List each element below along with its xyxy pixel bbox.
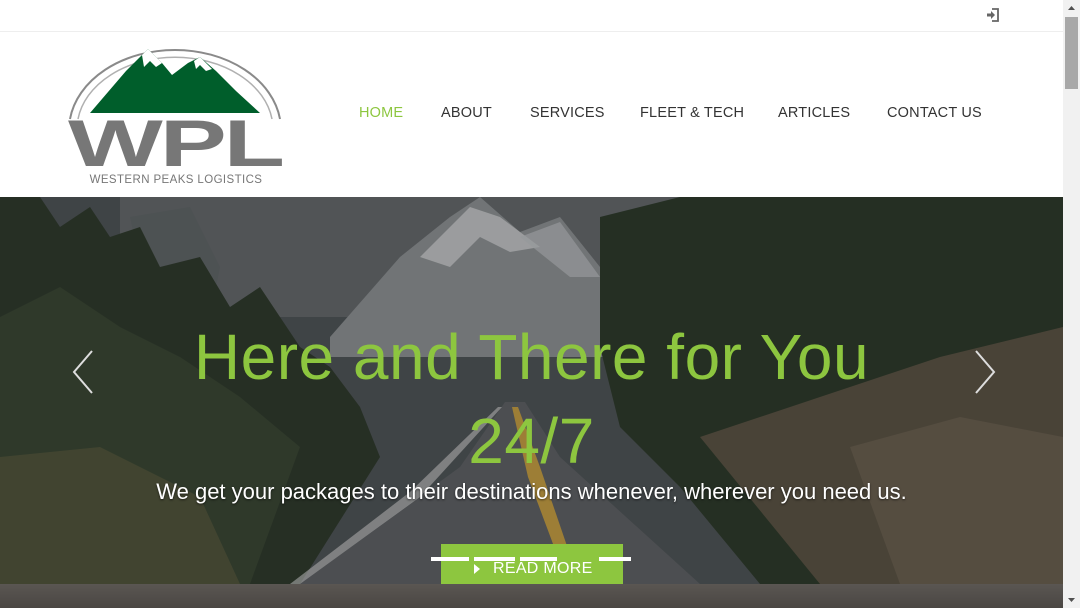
- scroll-down-arrow-icon[interactable]: [1063, 591, 1080, 608]
- hero-title-line1: Here and There for You: [193, 321, 870, 393]
- slide-indicator-4[interactable]: [599, 557, 631, 561]
- nav-home[interactable]: HOME: [359, 105, 403, 121]
- scroll-up-arrow-icon[interactable]: [1063, 0, 1080, 17]
- slide-indicator-1[interactable]: [431, 557, 469, 561]
- vertical-scrollbar[interactable]: [1063, 0, 1080, 608]
- nav-articles[interactable]: ARTICLES: [778, 105, 850, 121]
- read-more-button[interactable]: READ MORE: [441, 544, 623, 584]
- top-bar: [0, 0, 1063, 32]
- slide-indicator-2[interactable]: [474, 557, 515, 561]
- slide-indicator-3[interactable]: [520, 557, 557, 561]
- logo-graphic: WPL: [68, 48, 285, 180]
- company-name: WESTERN PEAKS LOGISTICS: [89, 174, 263, 186]
- next-section-preview: [0, 584, 1063, 608]
- read-more-label: READ MORE: [493, 560, 593, 577]
- chevron-left-icon[interactable]: [68, 347, 98, 397]
- hero-subtitle: We get your packages to their destinatio…: [156, 479, 907, 504]
- hero-title-line2: 24/7: [468, 405, 595, 477]
- nav-contact-us[interactable]: CONTACT US: [887, 105, 982, 121]
- play-icon: [474, 564, 480, 574]
- scrollbar-thumb[interactable]: [1065, 17, 1078, 89]
- nav-services[interactable]: SERVICES: [530, 105, 605, 121]
- nav-about[interactable]: ABOUT: [441, 105, 492, 121]
- sign-in-icon[interactable]: [986, 8, 1000, 22]
- nav-fleet-tech[interactable]: FLEET & TECH: [640, 105, 744, 121]
- chevron-right-icon[interactable]: [970, 347, 1000, 397]
- logo[interactable]: WPL WESTERN PEAKS LOGISTICS: [64, 41, 286, 191]
- logo-letters: WPL: [68, 106, 283, 176]
- hero-slider: Here and There for You 24/7 We get your …: [0, 197, 1063, 584]
- page: WPL WESTERN PEAKS LOGISTICS HOME ABOUT S…: [0, 0, 1063, 608]
- site-header: WPL WESTERN PEAKS LOGISTICS HOME ABOUT S…: [0, 33, 1063, 197]
